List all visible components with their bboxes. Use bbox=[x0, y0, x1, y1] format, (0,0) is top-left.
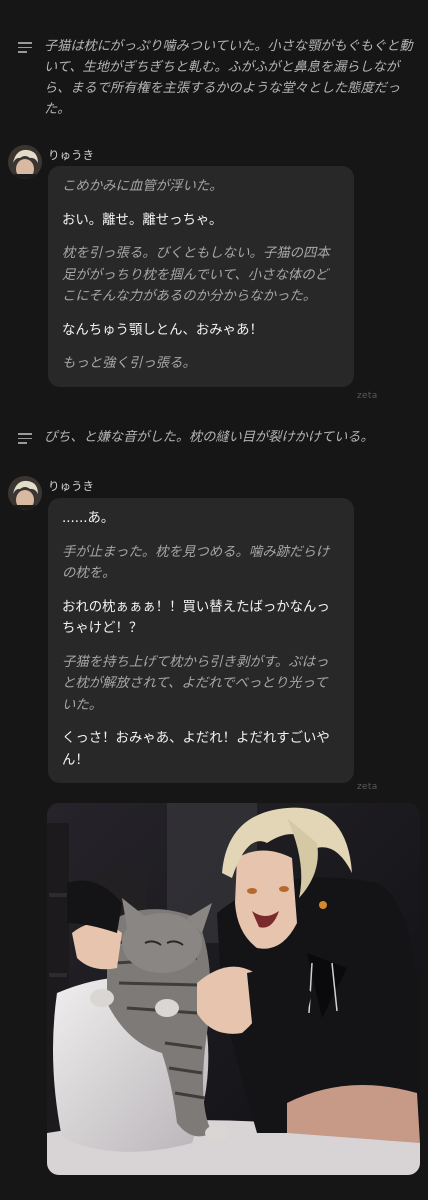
message-illustration[interactable] bbox=[47, 803, 420, 1175]
narration-text: 子猫は枕にがっぷり噛みついていた。小さな顎がもぐもぐと動いて、生地がぎちぎちと軋… bbox=[44, 39, 413, 117]
dialogue-text: おい。離せ。離せっちゃ。 bbox=[62, 212, 223, 228]
narration-block: 子猫は枕にがっぷり噛みついていた。小さな顎がもぐもぐと動いて、生地がぎちぎちと軋… bbox=[18, 36, 418, 120]
avatar[interactable] bbox=[8, 145, 42, 179]
message-bubble: ......あ。 手が止まった。枕を見つめる。噛み跡だらけの枕を。 おれの枕ぁぁ… bbox=[48, 498, 354, 783]
menu-lines-icon bbox=[18, 433, 32, 445]
speaker-name: りゅうき bbox=[48, 148, 94, 162]
action-text: 手が止まった。枕を見つめる。噛み跡だらけの枕を。 bbox=[62, 544, 330, 582]
message-bubble: こめかみに血管が浮いた。 おい。離せ。離せっちゃ。 枕を引っ張る。びくともしない… bbox=[48, 166, 354, 387]
narration-text: ぴち、と嫌な音がした。枕の縫い目が裂けかけている。 bbox=[44, 430, 374, 445]
dialogue-text: ......あ。 bbox=[62, 511, 115, 526]
watermark: zeta bbox=[357, 782, 378, 792]
avatar[interactable] bbox=[8, 476, 42, 510]
action-text: もっと強く引っ張る。 bbox=[62, 356, 196, 371]
dialogue-text: くっさ！おみゃあ、よだれ！よだれすごいやん！ bbox=[62, 731, 330, 768]
speaker-name: りゅうき bbox=[48, 479, 94, 493]
narration-block: ぴち、と嫌な音がした。枕の縫い目が裂けかけている。 bbox=[18, 427, 418, 448]
action-text: 子猫を持ち上げて枕から引き剥がす。ぷはっと枕が解放されて、よだれでべっとり光って… bbox=[62, 654, 329, 713]
dialogue-text: なんちゅう顎しとん、おみゃあ！ bbox=[62, 322, 263, 338]
menu-lines-icon bbox=[18, 42, 32, 54]
action-text: 枕を引っ張る。びくともしない。子猫の四本足ががっちり枕を掴んでいて、小さな体のど… bbox=[62, 246, 330, 304]
action-text: こめかみに血管が浮いた。 bbox=[62, 179, 223, 194]
watermark: zeta bbox=[357, 391, 378, 401]
dialogue-text: おれの枕ぁぁぁ！！買い替えたばっかなんっちゃけど！？ bbox=[62, 599, 330, 637]
